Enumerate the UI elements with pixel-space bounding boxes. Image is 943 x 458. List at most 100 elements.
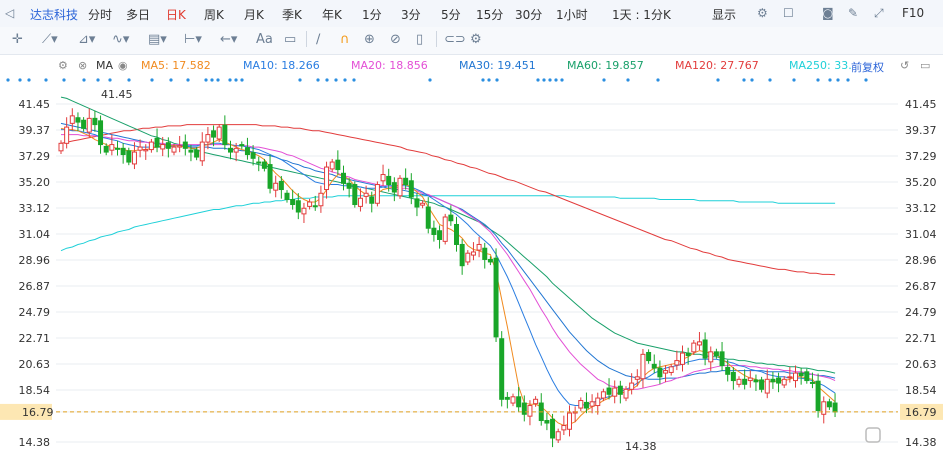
visibility-icon[interactable]: ◉ [118, 59, 128, 72]
y-tick-left: 18.54 [19, 384, 51, 397]
period-tab[interactable]: 1小时 [556, 6, 588, 23]
expand-icon[interactable]: ⤢ [874, 6, 884, 21]
event-marker [716, 78, 720, 82]
event-marker [334, 78, 338, 82]
candle-body [182, 141, 188, 149]
hide-icon[interactable]: ⊘ [390, 32, 401, 48]
period-tab[interactable]: 月K [244, 6, 264, 23]
candle-body [86, 117, 92, 133]
period-tab[interactable]: 3分 [401, 6, 421, 23]
magnet-icon[interactable]: ∩ [340, 32, 350, 48]
period-tab[interactable]: 30分 [515, 6, 542, 23]
close-icon[interactable]: ⊗ [78, 59, 87, 72]
fullscreen-icon[interactable]: ▭ [920, 59, 930, 72]
candle-body [798, 372, 804, 377]
measure-tool-icon[interactable]: ⊢▾ [184, 32, 202, 48]
candle-body [120, 147, 126, 156]
period-tab[interactable]: 1分 [362, 6, 382, 23]
period-tab[interactable]: 15分 [476, 6, 503, 23]
candle-body [691, 342, 697, 353]
text-tool-icon[interactable]: Aa [256, 32, 273, 48]
event-marker [204, 78, 208, 82]
ma10-value: MA10: 18.266 [243, 59, 320, 72]
display-button[interactable]: 显示 [712, 6, 736, 23]
period-tab[interactable]: 1天 : 1分K [612, 6, 671, 23]
candle-body [346, 182, 352, 189]
event-marker [828, 78, 832, 82]
candle-body [58, 142, 64, 152]
y-tick-right: 39.37 [905, 124, 937, 137]
f10-button[interactable]: F10 [902, 6, 924, 20]
settings-icon[interactable]: ⚙ [470, 32, 482, 48]
ma60-value: MA60: 19.857 [567, 59, 644, 72]
candle-body [617, 385, 623, 395]
event-marker [742, 78, 746, 82]
candle-body [651, 363, 657, 369]
candle-body [81, 119, 87, 129]
period-tab[interactable]: 年K [322, 6, 342, 23]
event-marker [602, 78, 606, 82]
ma30-line [60, 122, 836, 380]
period-toolbar: 达志科技 分时 多日 日K 周K 月K 季K 年K 1分 3分 5分 15分 30分 1小时 1天 : 1分… [0, 0, 943, 28]
candle-body [527, 405, 533, 417]
candle-body [668, 366, 674, 373]
candle-body [295, 200, 301, 213]
line-tool-icon[interactable]: ⟋▾ [42, 32, 58, 48]
y-tick-right: 26.87 [905, 280, 937, 293]
period-tab[interactable]: 周K [204, 6, 224, 23]
link-icon[interactable]: ⊂⊃ [444, 32, 466, 48]
fib-tool-icon[interactable]: ▤▾ [148, 32, 167, 48]
event-marker [240, 78, 244, 82]
candle-body [403, 177, 409, 186]
gear-icon[interactable]: ⚙ [757, 6, 768, 20]
wave-tool-icon[interactable]: ∿▾ [112, 32, 129, 48]
candle-body [431, 227, 437, 235]
period-tab[interactable]: 分时 [88, 6, 112, 23]
event-marker [62, 78, 66, 82]
y-tick-right: 41.45 [905, 98, 937, 111]
comment-icon[interactable]: ▭ [284, 32, 296, 48]
candle-body [239, 144, 245, 147]
candle-body [154, 137, 160, 148]
undo-icon[interactable]: ←▾ [220, 32, 237, 48]
pen-icon[interactable]: ∕ [316, 32, 320, 48]
candle-body [391, 182, 397, 193]
period-tab[interactable]: 日K [166, 6, 186, 23]
candle-body [205, 134, 211, 143]
candle-body [380, 174, 386, 182]
camera-icon[interactable]: ◙ [822, 6, 834, 20]
y-tick-left: 26.87 [19, 280, 51, 293]
period-tab[interactable]: 季K [282, 6, 302, 23]
event-marker [836, 78, 840, 82]
candle-body [759, 379, 765, 390]
candle-body [736, 378, 742, 385]
candle-body [233, 147, 239, 153]
chevron-left-icon[interactable]: ◁ [5, 6, 14, 20]
period-tab[interactable]: 5分 [441, 6, 461, 23]
candle-body [606, 387, 612, 395]
crosshair-icon[interactable]: ✛ [12, 32, 23, 48]
y-tick-left: 39.37 [19, 124, 51, 137]
ma120-line [60, 124, 836, 276]
event-marker [298, 78, 302, 82]
lock-icon[interactable]: ⊕ [364, 32, 375, 48]
y-tick-right: 20.63 [905, 358, 937, 371]
candlestick-chart[interactable]: 41.45 41.45 39.37 39.37 37.29 37.29 35.20 35.20… [0, 76, 943, 454]
checkbox-icon[interactable]: ☐ [783, 6, 794, 20]
candle-body [273, 182, 279, 191]
event-marker [495, 78, 499, 82]
pen-icon[interactable]: ✎ [848, 6, 858, 20]
candle-body [470, 251, 476, 256]
drawing-toolbar: ✛ ⟋▾ ⊿▾ ∿▾ ▤▾ ⊢▾ ←▾ Aa ▭ ∕ ∩ ⊕ ⊘ ▯ ⊂⊃ ⚙ [0, 27, 943, 55]
adjust-mode-button[interactable]: 前复权 [851, 59, 884, 75]
period-tab[interactable]: 多日 [126, 6, 150, 23]
candle-body [109, 144, 115, 151]
candle-body [425, 206, 431, 229]
delete-icon[interactable]: ▯ [416, 32, 423, 48]
channel-tool-icon[interactable]: ⊿▾ [78, 32, 95, 48]
candle-body [708, 351, 714, 363]
candle-body [674, 360, 680, 366]
reset-icon[interactable]: ↺ [900, 59, 909, 72]
settings-icon[interactable]: ⚙ [58, 59, 68, 72]
event-marker [656, 78, 660, 82]
